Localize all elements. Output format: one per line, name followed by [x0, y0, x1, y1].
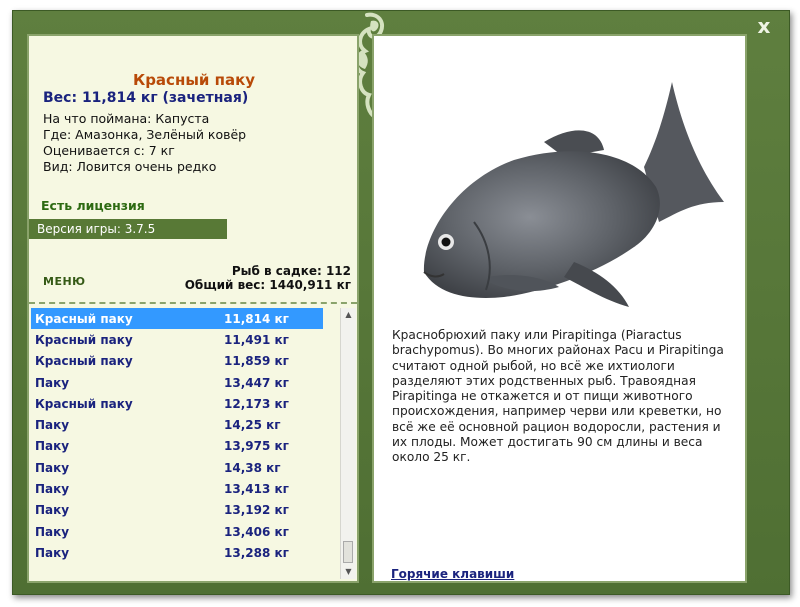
license-status: Есть лицензия — [41, 198, 145, 213]
catch-item-weight: 13,192 кг — [224, 503, 289, 518]
catch-item-weight: 14,25 кг — [224, 418, 281, 433]
catch-item-weight: 13,288 кг — [224, 545, 289, 560]
fish-description: Краснобрюхий паку или Pirapitinga (Piara… — [392, 328, 724, 465]
catch-item-weight: 13,447 кг — [224, 375, 289, 390]
catch-list-item[interactable]: Паку 13,975 кг — [31, 436, 339, 457]
catch-item-weight: 13,413 кг — [224, 482, 289, 497]
catch-item-name: Паку — [35, 545, 70, 560]
catch-item-name: Паку — [35, 460, 70, 475]
catch-item-name: Красный паку — [35, 354, 133, 369]
catch-item-name: Красный паку — [35, 396, 133, 411]
catch-item-weight: 11,814 кг — [224, 311, 289, 326]
catch-item-weight: 11,491 кг — [224, 332, 289, 347]
catch-list-item[interactable]: Паку 14,25 кг — [31, 414, 339, 435]
total-weight: Общий вес: 1440,911 кг — [184, 278, 351, 292]
catch-item-name: Красный паку — [35, 311, 133, 326]
divider — [29, 302, 357, 304]
catch-list-item[interactable]: Красный паку 11,491 кг — [31, 329, 339, 350]
catch-list-item[interactable]: Красный паку 12,173 кг — [31, 393, 339, 414]
catch-item-name: Паку — [35, 524, 70, 539]
catch-item-name: Паку — [35, 418, 70, 433]
catch-list-item[interactable]: Красный паку 11,814 кг — [31, 308, 323, 330]
menu-button[interactable]: МЕНЮ — [43, 275, 86, 288]
fish-count: Рыб в садке: 112 — [231, 264, 351, 278]
detail-bait: На что поймана: Капуста — [43, 111, 210, 126]
list-scrollbar[interactable]: ▲ ▼ — [340, 308, 356, 579]
game-window: x Красный паку Вес: 11,814 кг (зачетная)… — [12, 10, 790, 595]
catch-item-name: Красный паку — [35, 332, 133, 347]
detail-location: Где: Амазонка, Зелёный ковёр — [43, 127, 247, 142]
hotkeys-link[interactable]: Горячие клавиши — [391, 567, 514, 581]
fish-details: На что поймана: Капуста Где: Амазонка, З… — [43, 111, 246, 175]
catch-item-name: Паку — [35, 482, 70, 497]
fish-weight: Вес: 11,814 кг (зачетная) — [43, 90, 249, 106]
catch-item-name: Паку — [35, 503, 70, 518]
catch-item-weight: 13,975 кг — [224, 439, 289, 454]
fish-description-panel: Краснобрюхий паку или Pirapitinga (Piara… — [372, 34, 747, 583]
catch-list-item[interactable]: Паку 13,447 кг — [31, 372, 339, 393]
fish-title: Красный паку — [132, 71, 256, 89]
catch-list-item[interactable]: Красный паку 11,859 кг — [31, 351, 339, 372]
scroll-down-icon[interactable]: ▼ — [341, 565, 356, 579]
catch-info-panel: Красный паку Вес: 11,814 кг (зачетная) Н… — [27, 34, 359, 583]
keepnet-stats: Рыб в садке: 112 Общий вес: 1440,911 кг — [185, 264, 351, 292]
catch-list[interactable]: Красный паку 11,814 кг Красный паку 11,491 … — [29, 308, 339, 581]
catch-item-name: Паку — [35, 439, 70, 454]
catch-item-weight: 11,859 кг — [224, 354, 289, 369]
catch-list-item[interactable]: Паку 13,413 кг — [31, 478, 339, 499]
catch-list-item[interactable]: Паку 13,288 кг — [31, 542, 339, 563]
fish-image — [423, 82, 724, 307]
catch-list-item[interactable]: Паку 13,192 кг — [31, 500, 339, 521]
scroll-thumb[interactable] — [343, 541, 353, 563]
scroll-up-icon[interactable]: ▲ — [341, 308, 356, 322]
close-button[interactable]: x — [753, 15, 775, 37]
catch-item-weight: 14,38 кг — [224, 460, 281, 475]
detail-threshold: Оценивается с: 7 кг — [43, 143, 175, 158]
catch-list-item[interactable]: Паку 14,38 кг — [31, 457, 339, 478]
catch-list-item[interactable]: Паку 13,406 кг — [31, 521, 339, 542]
catch-item-name: Паку — [35, 375, 70, 390]
catch-item-weight: 12,173 кг — [224, 396, 289, 411]
detail-rarity: Вид: Ловится очень редко — [43, 159, 217, 174]
catch-item-weight: 13,406 кг — [224, 524, 289, 539]
version-bar: Версия игры: 3.7.5 — [29, 219, 227, 239]
